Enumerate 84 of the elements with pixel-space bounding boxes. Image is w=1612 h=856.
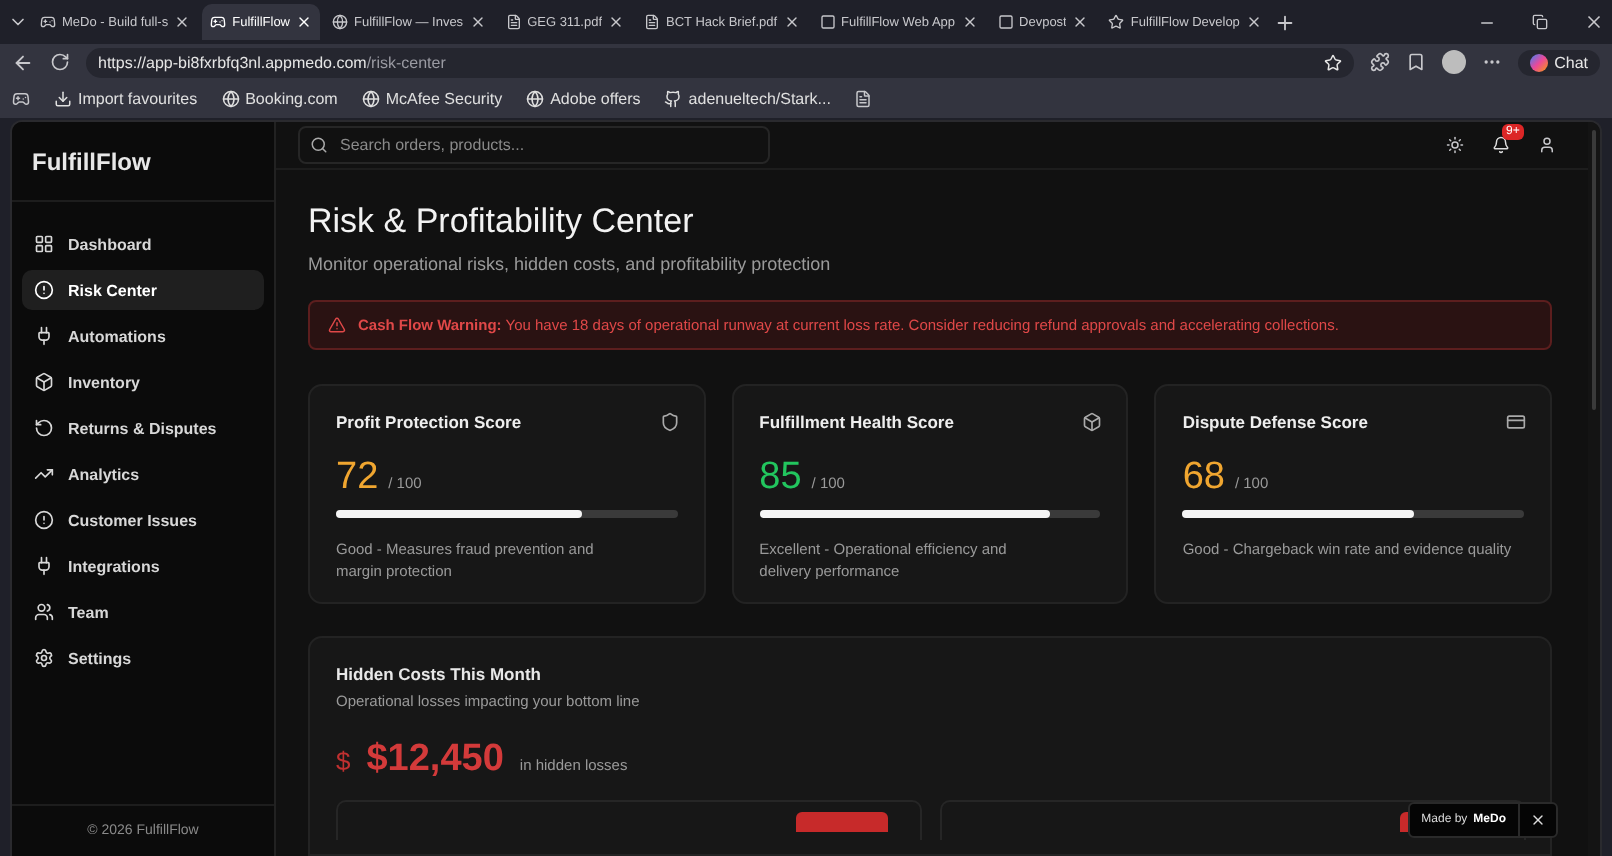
sidebar-item[interactable]: Dashboard <box>22 224 264 264</box>
grid-icon <box>34 234 54 254</box>
brand-name: FulfillFlow <box>12 122 274 202</box>
user-button[interactable] <box>1538 136 1556 154</box>
star-icon[interactable] <box>1324 53 1343 71</box>
warning-icon <box>328 316 346 334</box>
users-icon <box>34 602 54 622</box>
page-subtitle: Monitor operational risks, hidden costs, and profitability protection <box>308 254 833 274</box>
plug-icon <box>34 326 54 346</box>
close-icon[interactable] <box>174 14 191 30</box>
restore-button[interactable] <box>1532 14 1548 30</box>
globe-icon <box>361 90 380 108</box>
alert-circle-icon <box>34 510 54 530</box>
bookmark[interactable]: Adobe offers <box>526 90 641 108</box>
import-icon <box>54 90 72 108</box>
close-icon[interactable] <box>961 14 978 30</box>
profile-avatar[interactable] <box>1442 50 1467 74</box>
globe-icon <box>526 90 545 108</box>
bookmark[interactable]: adenueltech/Stark... <box>664 90 831 108</box>
currency-symbol: $ <box>336 746 351 776</box>
bookmark[interactable]: Booking.com <box>221 90 338 108</box>
tab-icon <box>819 14 836 30</box>
card-title: Profit Protection Score <box>336 412 522 432</box>
scrollbar-thumb[interactable] <box>1592 130 1596 410</box>
sidebar-item[interactable]: Risk Center <box>22 270 264 310</box>
card-title: Dispute Defense Score <box>1182 412 1368 432</box>
trend-icon <box>34 464 54 484</box>
tab-icon <box>1108 14 1125 30</box>
close-icon[interactable] <box>783 14 800 30</box>
score-value: 72 <box>336 456 379 500</box>
loss-amount: $12,450 <box>366 738 504 782</box>
card-title: Hidden Costs This Month <box>336 664 543 684</box>
shield-icon <box>659 412 680 432</box>
plug-icon <box>34 556 54 576</box>
document-icon[interactable] <box>854 90 873 108</box>
gamepad-icon[interactable] <box>12 90 30 108</box>
tab-icon <box>644 14 661 30</box>
gear-icon <box>34 648 54 668</box>
theme-toggle-button[interactable] <box>1446 136 1464 154</box>
close-icon <box>1530 812 1546 828</box>
tab-icon <box>40 14 56 30</box>
score-value: 68 <box>1182 456 1225 500</box>
tab-icon <box>505 14 522 30</box>
tab-icon <box>210 14 227 30</box>
extensions-button[interactable] <box>1370 52 1391 72</box>
sidebar-item[interactable]: Returns & Disputes <box>22 408 264 448</box>
rotate-icon <box>34 418 54 438</box>
sidebar-item[interactable]: Integrations <box>22 546 264 586</box>
tab-icon <box>332 14 349 30</box>
back-button[interactable] <box>12 51 34 73</box>
reload-button[interactable] <box>50 52 70 72</box>
cube-icon <box>1082 412 1103 432</box>
sidebar-item[interactable]: Automations <box>22 316 264 356</box>
favourites-button[interactable] <box>1406 52 1427 72</box>
close-icon[interactable] <box>469 14 486 30</box>
copilot-icon <box>1530 53 1549 71</box>
cube-icon <box>34 372 54 392</box>
sidebar-item[interactable]: Customer Issues <box>22 500 264 540</box>
close-button[interactable] <box>1584 12 1604 32</box>
bookmark[interactable]: McAfee Security <box>361 90 503 108</box>
notifications-button[interactable] <box>1492 136 1510 154</box>
score-value: 85 <box>759 456 802 500</box>
address-bar[interactable]: https://app-bi8fxrbfq3nl.appmedo.com/risk-center <box>86 47 1355 77</box>
bookmark[interactable]: Import favourites <box>54 90 198 108</box>
sidebar-item[interactable]: Analytics <box>22 454 264 494</box>
card-icon <box>1506 412 1526 432</box>
close-icon[interactable] <box>296 14 313 30</box>
tab-icon <box>997 14 1014 30</box>
alert-circle-icon <box>34 280 54 300</box>
chat-button[interactable]: Chat <box>1518 49 1600 75</box>
sidebar-item[interactable]: Settings <box>22 638 264 678</box>
page-title: Risk & Profitability Center <box>308 202 696 242</box>
search-icon <box>310 136 328 154</box>
sidebar-item[interactable]: Inventory <box>22 362 264 402</box>
card-title: Fulfillment Health Score <box>759 412 954 432</box>
sidebar-item[interactable]: Team <box>22 592 264 632</box>
impact-tag <box>796 812 888 832</box>
new-tab-button[interactable] <box>1273 11 1296 33</box>
close-icon[interactable] <box>608 14 625 30</box>
close-icon[interactable] <box>1072 14 1089 30</box>
close-icon[interactable] <box>1245 14 1262 30</box>
globe-icon <box>221 90 240 108</box>
github-icon <box>664 90 683 108</box>
search-field[interactable]: Search orders, products... <box>298 126 770 164</box>
